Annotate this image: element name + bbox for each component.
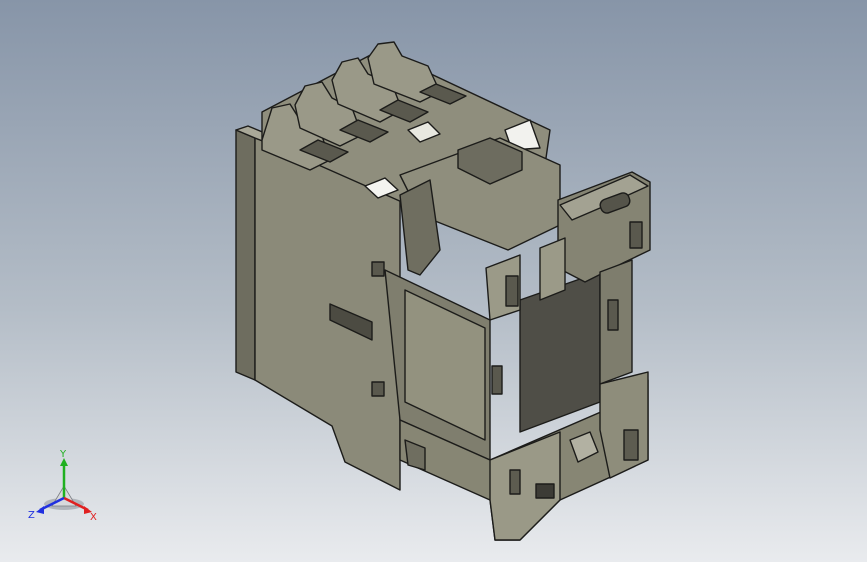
side-notch-1 xyxy=(371,261,385,277)
base-right-block xyxy=(599,371,649,479)
front-notch-1 xyxy=(491,365,503,395)
upper-notch-1 xyxy=(505,275,519,307)
base-slot-3 xyxy=(509,469,521,495)
center-dark-plate xyxy=(519,271,601,433)
frame-pillar-right xyxy=(539,237,566,301)
axis-triad: Y X Z xyxy=(28,449,97,523)
front-notch-2 xyxy=(607,299,619,331)
contactor-3d-model[interactable] xyxy=(0,0,867,562)
side-notch-2 xyxy=(371,381,385,397)
upper-notch-2 xyxy=(629,221,643,249)
z-axis-arrow xyxy=(36,506,44,514)
y-axis-label: Y xyxy=(59,449,67,460)
z-axis-label: Z xyxy=(28,510,35,521)
graphics-viewport[interactable]: Y X Z xyxy=(0,0,867,562)
base-slot-1 xyxy=(535,483,555,499)
x-axis-label: X xyxy=(90,512,97,523)
base-slot-2 xyxy=(623,429,639,461)
left-plate-face xyxy=(235,129,256,381)
